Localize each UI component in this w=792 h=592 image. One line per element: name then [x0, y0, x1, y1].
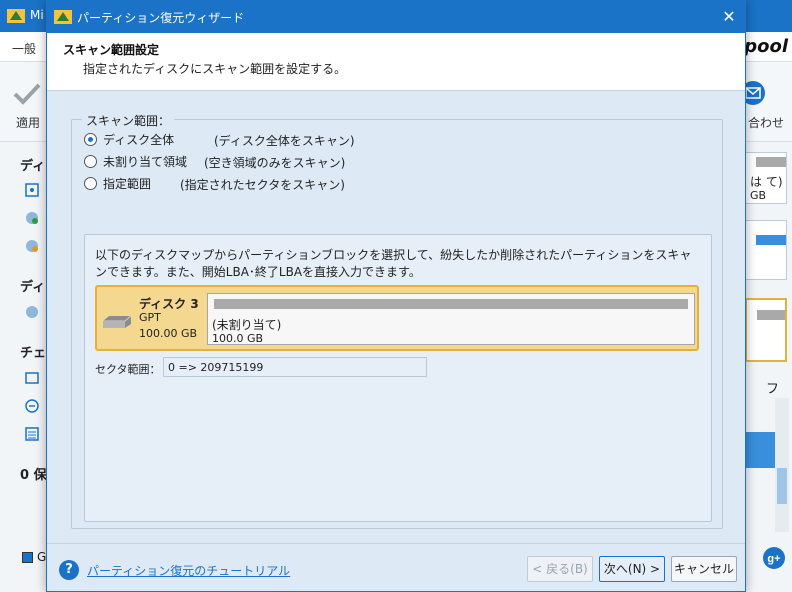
dialog-body: スキャン範囲： ディスク全体 (ディスク全体をスキャン) 未割り当て領域 (空き… — [47, 91, 745, 543]
disk-map-row-selected[interactable]: ディスク 3 GPT 100.00 GB (未割り当て) 100.0 GB — [95, 285, 699, 351]
scan-range-legend: スキャン範囲： — [82, 112, 175, 129]
sidebar-head-4: 0 保 — [20, 468, 47, 483]
right-disk-card-bar-blue — [756, 235, 786, 245]
radio-whole-disk-label: ディスク全体 — [103, 132, 175, 147]
apply-check-icon[interactable] — [12, 82, 42, 106]
sidebar-head-3: チェ — [20, 346, 47, 361]
radio-button-checked[interactable] — [84, 132, 97, 146]
partition-label: (未割り当て) — [212, 318, 282, 332]
hard-disk-icon — [103, 315, 132, 328]
radio-unallocated[interactable]: 未割り当て領域 — [84, 152, 187, 170]
check-fs-icon[interactable] — [24, 370, 40, 386]
back-button[interactable]: < 戻る(B) — [527, 556, 593, 582]
right-disk-card-bar-grey — [757, 310, 785, 320]
partition-icon[interactable] — [24, 304, 40, 320]
wizard-logo-icon — [54, 10, 72, 24]
radio-whole-disk[interactable]: ディスク全体 — [84, 130, 174, 148]
app-logo-icon — [7, 9, 25, 23]
dialog-titlebar[interactable]: パーティション復元ウィザード ✕ — [47, 1, 745, 33]
svg-text:g+: g+ — [767, 553, 780, 565]
scan-range-group: スキャン範囲： ディスク全体 (ディスク全体をスキャン) 未割り当て領域 (空き… — [71, 112, 723, 529]
contact-label: 合わせ — [748, 116, 785, 130]
radio-unallocated-desc: (空き領域のみをスキャン) — [204, 156, 346, 170]
disk-name: ディスク 3 — [139, 297, 199, 311]
disk-copy-icon[interactable] — [24, 238, 40, 254]
dialog-header: スキャン範囲設定 指定されたディスクにスキャン範囲を設定する。 — [47, 33, 745, 91]
right-disk-card-3[interactable] — [745, 298, 787, 362]
google-plus-icon[interactable]: g+ — [762, 546, 786, 570]
radio-whole-disk-desc: (ディスク全体をスキャン) — [214, 134, 355, 148]
next-button[interactable]: 次へ(N) > — [599, 556, 665, 582]
sidebar-head-2: ディ — [20, 280, 46, 295]
right-scrollbar[interactable] — [775, 398, 789, 532]
surface-test-icon[interactable] — [24, 398, 40, 414]
apply-label: 適用 — [16, 116, 41, 130]
cancel-button[interactable]: キャンセル — [671, 556, 737, 582]
right-column-header: フ — [766, 382, 780, 397]
brand-logo: pool — [744, 36, 788, 57]
step-subtitle: 指定されたディスクにスキャン範囲を設定する。 — [83, 62, 347, 76]
right-disk-card-text: は て) — [750, 175, 783, 189]
help-icon[interactable]: ? — [59, 560, 79, 580]
right-disk-card-size: GB — [750, 189, 767, 202]
right-disk-card-bar — [756, 157, 786, 167]
unallocated-partition-block[interactable]: (未割り当て) 100.0 GB — [207, 293, 695, 345]
right-disk-card-2[interactable] — [745, 220, 787, 280]
sector-range-label: セクタ範囲： — [95, 363, 161, 376]
legend-gpt-label: G — [37, 550, 47, 564]
disk-tool-icon[interactable] — [24, 210, 40, 226]
partition-size: 100.0 GB — [212, 332, 264, 345]
disk-icon[interactable] — [24, 182, 40, 198]
radio-unallocated-label: 未割り当て領域 — [103, 154, 188, 169]
sector-range-field: 0 => 209715199 — [163, 357, 427, 377]
partition-usage-bar — [214, 299, 688, 309]
radio-button[interactable] — [84, 176, 97, 190]
sidebar-head-1: ディ — [20, 159, 46, 174]
right-disk-card-1[interactable]: は て) GB — [745, 152, 787, 204]
legend-gpt-square — [22, 552, 33, 563]
disk-capacity: 100.00 GB — [139, 327, 198, 340]
radio-button[interactable] — [84, 154, 97, 168]
radio-specified-range[interactable]: 指定範囲 — [84, 174, 151, 192]
right-selected-row[interactable] — [745, 432, 775, 468]
dialog-title: パーティション復元ウィザード — [77, 11, 245, 25]
right-scrollbar-thumb[interactable] — [777, 468, 787, 504]
radio-specified-range-label: 指定範囲 — [103, 176, 152, 191]
close-icon[interactable]: ✕ — [717, 5, 741, 29]
dialog-footer: ? パーティション復元のチュートリアル < 戻る(B) 次へ(N) > キャンセ… — [47, 543, 745, 591]
disk-map-description: 以下のディスクマップからパーティションブロックを選択して、紛失したか削除されたパ… — [95, 248, 692, 279]
radio-specified-range-desc: (指定されたセクタをスキャン) — [180, 178, 345, 192]
step-title: スキャン範囲設定 — [63, 43, 160, 57]
disk-map-group: 以下のディスクマップからパーティションブロックを選択して、紛失したか削除されたパ… — [84, 234, 712, 522]
partition-recovery-wizard-dialog: パーティション復元ウィザード ✕ スキャン範囲設定 指定されたディスクにスキャン… — [46, 0, 746, 592]
menu-item-general[interactable]: 一般 — [12, 40, 36, 57]
background-title: Mi — [30, 8, 44, 22]
tutorial-link[interactable]: パーティション復元のチュートリアル — [87, 562, 290, 579]
properties-icon[interactable] — [24, 426, 40, 442]
disk-partition-style: GPT — [139, 311, 161, 324]
